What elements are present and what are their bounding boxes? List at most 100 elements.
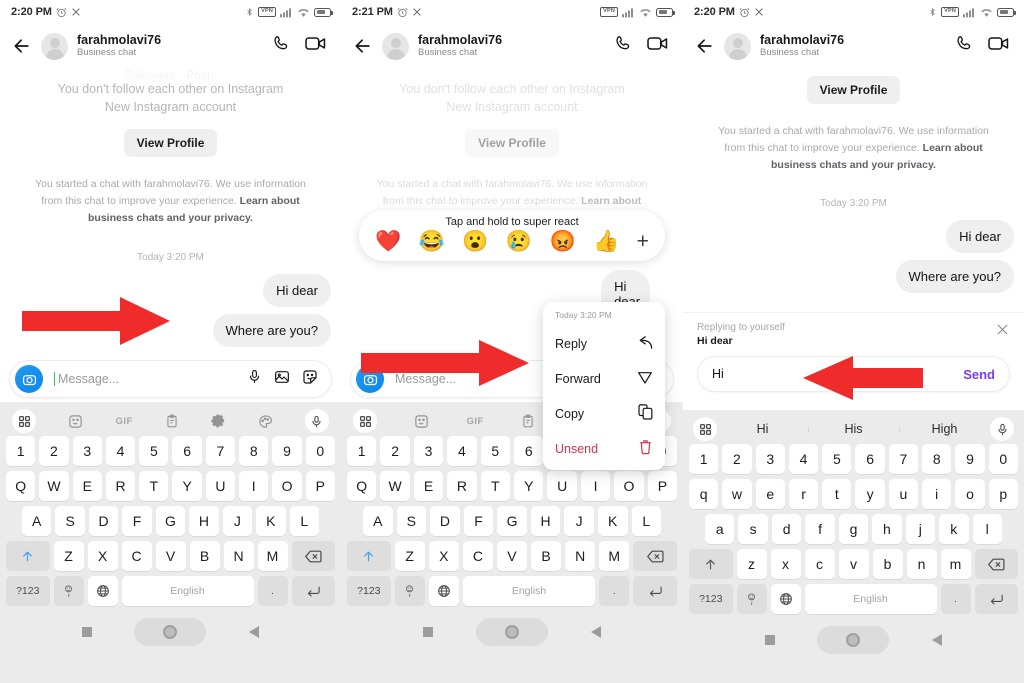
key[interactable]: N — [565, 541, 596, 571]
clipboard-icon[interactable] — [521, 414, 535, 428]
key[interactable]: V — [496, 541, 528, 571]
key[interactable]: O — [272, 471, 302, 501]
key[interactable]: T — [480, 471, 511, 501]
header-name-block[interactable]: farahmolavi76 Business chat — [77, 33, 263, 59]
period-key[interactable]: . — [940, 584, 971, 614]
key[interactable]: D — [430, 506, 460, 536]
key[interactable]: 1 — [347, 436, 377, 466]
suggestion-3[interactable]: High — [899, 422, 990, 436]
message-bubble[interactable]: Where are you? — [895, 260, 1014, 294]
view-profile-button[interactable]: View Profile — [123, 129, 218, 158]
period-key[interactable]: . — [599, 576, 630, 606]
view-profile-button[interactable]: View Profile — [806, 76, 901, 104]
close-icon[interactable] — [995, 322, 1010, 342]
key[interactable]: s — [738, 514, 768, 544]
enter-key[interactable] — [633, 576, 677, 606]
square-icon[interactable] — [82, 627, 93, 637]
context-menu-item-copy[interactable]: Copy — [543, 396, 665, 431]
avatar[interactable] — [724, 32, 751, 60]
globe-key[interactable] — [87, 576, 118, 606]
key[interactable]: B — [531, 541, 562, 571]
key[interactable]: U — [547, 471, 577, 501]
key[interactable]: H — [189, 506, 219, 536]
key[interactable]: O — [614, 471, 644, 501]
symbols-key[interactable]: ?123 — [347, 576, 391, 606]
video-camera-icon[interactable] — [988, 34, 1010, 58]
key[interactable]: 8 — [922, 444, 952, 474]
view-profile-button[interactable]: View Profile — [465, 129, 559, 158]
backspace-key[interactable] — [633, 541, 677, 571]
key[interactable]: r — [788, 479, 819, 509]
key[interactable]: 4 — [447, 436, 477, 466]
space-key[interactable]: English — [121, 576, 254, 606]
key[interactable]: q — [689, 479, 719, 509]
square-icon[interactable] — [423, 627, 434, 637]
reaction-sad-icon[interactable]: 😢 — [506, 231, 532, 252]
space-key[interactable]: English — [462, 576, 596, 606]
key[interactable]: 4 — [788, 444, 819, 474]
key[interactable]: L — [289, 506, 319, 536]
key[interactable]: 5 — [822, 444, 852, 474]
key[interactable]: Q — [6, 471, 36, 501]
key[interactable]: F — [463, 506, 494, 536]
emoji-comma-key[interactable] — [736, 584, 767, 614]
enter-key[interactable] — [291, 576, 335, 606]
home-circle-icon[interactable] — [475, 618, 548, 646]
reaction-add-icon[interactable]: + — [637, 231, 649, 252]
key[interactable]: 4 — [105, 436, 136, 466]
context-menu-item-unsend[interactable]: Unsend — [543, 431, 665, 466]
key[interactable]: n — [906, 549, 937, 579]
key[interactable]: 2 — [722, 444, 752, 474]
send-button[interactable]: Send — [963, 367, 995, 382]
symbols-key[interactable]: ?123 — [689, 584, 733, 614]
camera-icon[interactable] — [15, 365, 43, 393]
key[interactable]: t — [822, 479, 852, 509]
key[interactable]: y — [855, 479, 885, 509]
key[interactable]: o — [955, 479, 985, 509]
shift-key[interactable] — [689, 549, 733, 579]
shift-key[interactable] — [6, 541, 50, 571]
reaction-heart-icon[interactable]: ❤️ — [375, 231, 401, 252]
key[interactable]: 8 — [239, 436, 269, 466]
key[interactable]: Z — [394, 541, 425, 571]
microphone-icon[interactable] — [304, 409, 329, 433]
key[interactable]: 9 — [272, 436, 302, 466]
symbols-key[interactable]: ?123 — [6, 576, 50, 606]
key[interactable]: 6 — [514, 436, 544, 466]
key[interactable]: 3 — [413, 436, 444, 466]
key[interactable]: 2 — [39, 436, 69, 466]
sticker-icon[interactable] — [302, 369, 318, 390]
phone-icon[interactable] — [614, 34, 633, 58]
key[interactable]: K — [256, 506, 286, 536]
key[interactable]: 3 — [72, 436, 102, 466]
key[interactable]: c — [804, 549, 835, 579]
period-key[interactable]: . — [257, 576, 288, 606]
triangle-back-icon[interactable] — [248, 626, 259, 638]
suggestion-2[interactable]: His — [808, 422, 899, 436]
home-circle-icon[interactable] — [134, 618, 207, 646]
key[interactable]: h — [872, 514, 902, 544]
key[interactable]: Z — [53, 541, 84, 571]
key[interactable]: v — [838, 549, 869, 579]
key[interactable]: z — [736, 549, 767, 579]
context-menu-item-reply[interactable]: Reply — [543, 327, 665, 361]
home-circle-icon[interactable] — [817, 626, 890, 654]
key[interactable]: m — [940, 549, 971, 579]
enter-key[interactable] — [974, 584, 1018, 614]
key[interactable]: b — [872, 549, 903, 579]
key[interactable]: 7 — [888, 444, 919, 474]
key[interactable]: A — [363, 506, 393, 536]
key[interactable]: T — [139, 471, 169, 501]
key[interactable]: M — [257, 541, 288, 571]
grid-icon[interactable] — [353, 409, 377, 433]
key[interactable]: 1 — [6, 436, 36, 466]
key[interactable]: E — [413, 471, 444, 501]
key[interactable]: J — [564, 506, 594, 536]
key[interactable]: W — [380, 471, 410, 501]
backspace-key[interactable] — [974, 549, 1018, 579]
key[interactable]: 2 — [380, 436, 410, 466]
grid-icon[interactable] — [693, 417, 717, 441]
avatar[interactable] — [41, 32, 68, 60]
palette-icon[interactable] — [258, 414, 273, 429]
microphone-icon[interactable] — [990, 417, 1014, 441]
